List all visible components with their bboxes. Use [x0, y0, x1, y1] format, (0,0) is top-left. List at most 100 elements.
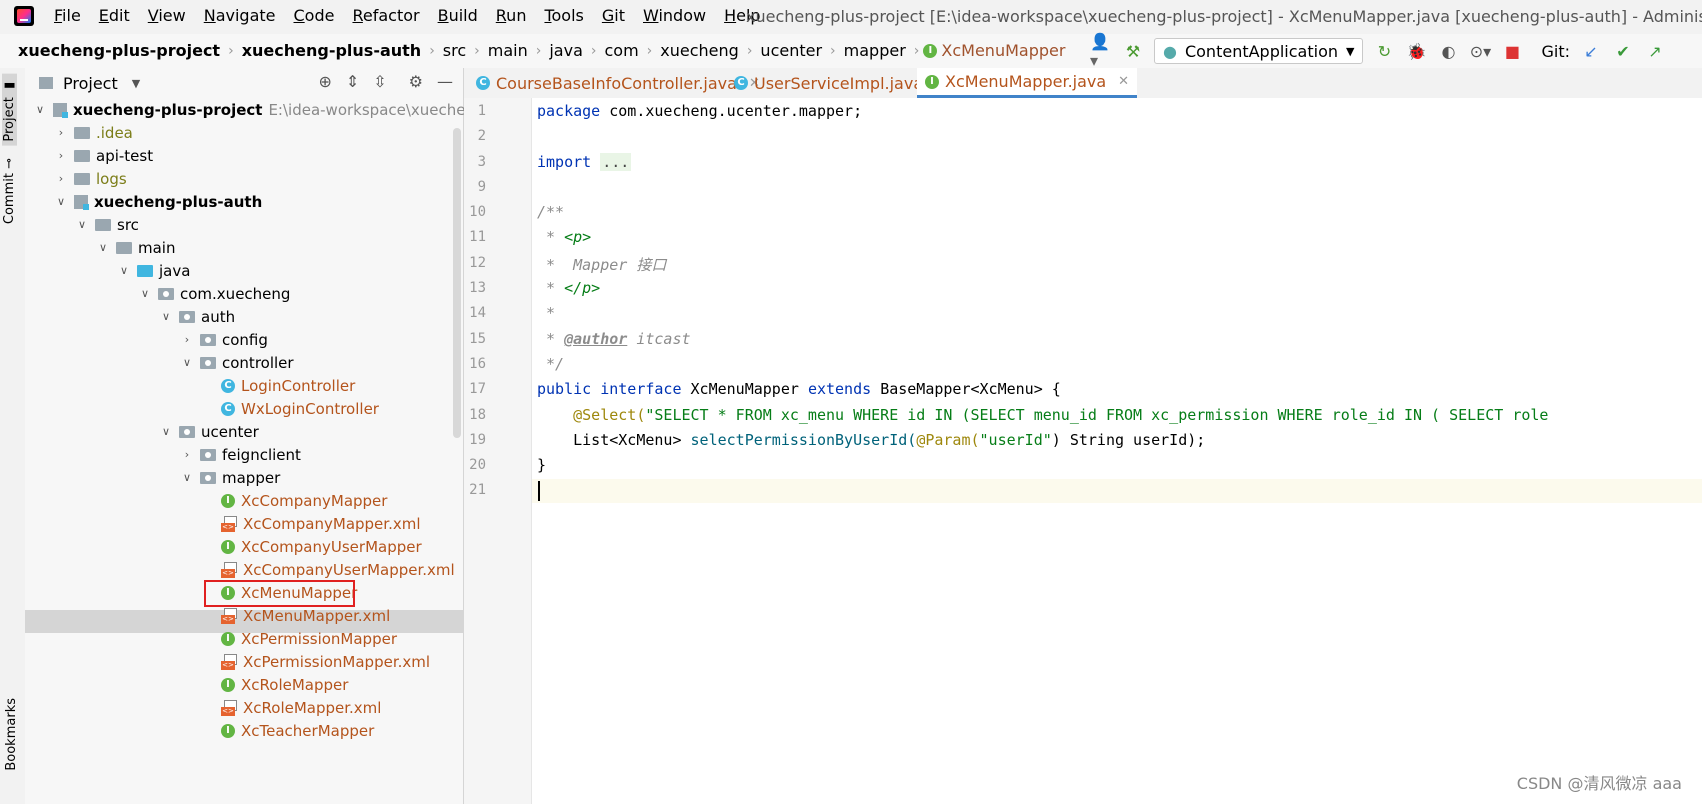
gear-icon[interactable]: ⚙ [409, 72, 423, 91]
breadcrumb-src[interactable]: src [439, 41, 470, 60]
folded-imports[interactable]: ... [600, 153, 632, 171]
tree-node[interactable]: ∨ src [75, 213, 139, 236]
line-number: 3 [477, 154, 486, 170]
tree-node[interactable]: XcPermissionMapper.xml [221, 650, 430, 673]
tree-node[interactable]: › config [180, 328, 268, 351]
debug-icon[interactable]: 🐞 [1405, 40, 1427, 62]
breadcrumb-java[interactable]: java [545, 41, 587, 60]
close-icon[interactable]: ✕ [1118, 74, 1129, 89]
menu-run[interactable]: Run [496, 6, 527, 25]
git-commit-icon[interactable]: ✔ [1612, 40, 1634, 62]
chevron-down-icon[interactable]: ∨ [75, 218, 89, 231]
breadcrumb-xuecheng[interactable]: xuecheng [656, 41, 743, 60]
tab-xcmenumapper[interactable]: I XcMenuMapper.java ✕ [917, 68, 1138, 98]
tree-node[interactable]: C WxLoginController [221, 397, 379, 420]
git-update-icon[interactable]: ↙ [1580, 40, 1602, 62]
chevron-down-icon[interactable]: ∨ [54, 195, 68, 208]
menu-git[interactable]: Git [602, 6, 625, 25]
tree-node[interactable]: XcCompanyMapper.xml [221, 512, 421, 535]
menu-view[interactable]: View [148, 6, 186, 25]
menu-navigate[interactable]: Navigate [204, 6, 276, 25]
run-configuration-select[interactable]: ● ContentApplication ▼ [1154, 38, 1364, 64]
tree-node[interactable]: › logs [54, 167, 127, 190]
tree-node[interactable]: XcMenuMapper.xml [221, 604, 390, 627]
tree-node[interactable]: ∨ main [96, 236, 176, 259]
code-editor[interactable]: package com.xuecheng.ucenter.mapper; imp… [532, 98, 1702, 804]
chevron-right-icon[interactable]: › [54, 172, 68, 185]
tree-node[interactable]: XcCompanyUserMapper.xml [221, 558, 455, 581]
chevron-down-icon[interactable]: ∨ [117, 264, 131, 277]
menu-refactor[interactable]: Refactor [352, 6, 419, 25]
chevron-right-icon[interactable]: › [180, 333, 194, 346]
hide-icon[interactable]: — [437, 72, 453, 91]
breadcrumb-mapper[interactable]: mapper [840, 41, 910, 60]
tree-node[interactable]: › api-test [54, 144, 153, 167]
menu-build[interactable]: Build [438, 6, 478, 25]
breadcrumb-module[interactable]: xuecheng-plus-auth [238, 41, 426, 60]
coverage-icon[interactable]: ◐ [1437, 40, 1459, 62]
tree-node[interactable]: XcRoleMapper.xml [221, 696, 381, 719]
line-number: 10 [469, 204, 486, 220]
breadcrumb-project[interactable]: xuecheng-plus-project [14, 41, 224, 60]
git-push-icon[interactable]: ↗ [1644, 40, 1666, 62]
breadcrumb-ucenter[interactable]: ucenter [756, 41, 826, 60]
expand-all-icon[interactable]: ⇕ [346, 72, 359, 91]
chevron-down-icon[interactable]: ▼ [132, 77, 140, 90]
profile-icon[interactable]: ⊙▾ [1469, 40, 1491, 62]
tree-node[interactable]: I XcRoleMapper [221, 673, 348, 696]
chevron-down-icon[interactable]: ∨ [159, 425, 173, 438]
bookmarks-tool-tab[interactable]: Bookmarks [4, 698, 19, 771]
collapse-all-icon[interactable]: ⇳ [373, 72, 386, 91]
git-label: Git: [1541, 41, 1570, 61]
rerun-icon[interactable]: ↻ [1373, 40, 1395, 62]
locate-icon[interactable]: ⊕ [318, 72, 331, 91]
tree-node[interactable]: I XcCompanyMapper [221, 489, 387, 512]
intellij-logo-icon[interactable] [14, 6, 34, 26]
chevron-right-icon[interactable]: › [54, 149, 68, 162]
tab-coursebaseinfocontroller[interactable]: C CourseBaseInfoController.java ✕ [468, 68, 768, 98]
tree-node-root[interactable]: ∨ xuecheng-plus-project E:\idea-workspac… [33, 98, 513, 121]
line-number: 18 [469, 407, 486, 423]
chevron-down-icon[interactable]: ∨ [138, 287, 152, 300]
tree-node[interactable]: › feignclient [180, 443, 301, 466]
scrollbar[interactable] [453, 128, 461, 438]
menu-file[interactable]: File [54, 6, 81, 25]
chevron-down-icon[interactable]: ∨ [180, 356, 194, 369]
stop-icon[interactable]: ■ [1501, 40, 1523, 62]
commit-tool-label: Commit [2, 173, 17, 225]
tree-node[interactable]: I XcCompanyUserMapper [221, 535, 422, 558]
tree-node[interactable]: C LoginController [221, 374, 355, 397]
chevron-down-icon[interactable]: ∨ [180, 471, 194, 484]
tab-label: CourseBaseInfoController.java [496, 73, 737, 93]
breadcrumb-com[interactable]: com [601, 41, 643, 60]
line-number: 15 [469, 331, 486, 347]
build-hammer-icon[interactable]: ⚒ [1122, 40, 1144, 62]
tree-node[interactable]: ∨ auth [159, 305, 235, 328]
commit-tool-tab[interactable]: Commit ⊸ [2, 158, 17, 224]
tree-label: api-test [96, 146, 154, 165]
tree-node[interactable]: I XcPermissionMapper [221, 627, 397, 650]
class-icon: C [221, 378, 235, 393]
project-tool-tab[interactable]: Project ▬ [2, 74, 17, 146]
tree-node[interactable]: ∨ com.xuecheng [138, 282, 290, 305]
tree-node[interactable]: I XcTeacherMapper [221, 719, 374, 742]
breadcrumb-main[interactable]: main [484, 41, 532, 60]
tree-node[interactable]: ∨ xuecheng-plus-auth [54, 190, 262, 213]
tree-node[interactable]: ∨ java [117, 259, 190, 282]
chevron-right-icon[interactable]: › [54, 126, 68, 139]
project-panel-title[interactable]: Project [63, 74, 118, 93]
tree-node[interactable]: ∨ mapper [180, 466, 280, 489]
chevron-down-icon[interactable]: ∨ [96, 241, 110, 254]
chevron-down-icon[interactable]: ∨ [159, 310, 173, 323]
tree-node[interactable]: ∨ controller [180, 351, 294, 374]
user-icon[interactable]: 👤▾ [1090, 32, 1112, 70]
breadcrumb-current-file[interactable]: XcMenuMapper [937, 41, 1069, 60]
menu-code[interactable]: Code [294, 6, 335, 25]
menu-tools[interactable]: Tools [544, 6, 583, 25]
tree-node[interactable]: ∨ ucenter [159, 420, 259, 443]
chevron-right-icon[interactable]: › [180, 448, 194, 461]
menu-edit[interactable]: Edit [99, 6, 130, 25]
tree-node[interactable]: › .idea [54, 121, 133, 144]
menu-window[interactable]: Window [643, 6, 706, 25]
chevron-down-icon[interactable]: ∨ [33, 103, 47, 116]
